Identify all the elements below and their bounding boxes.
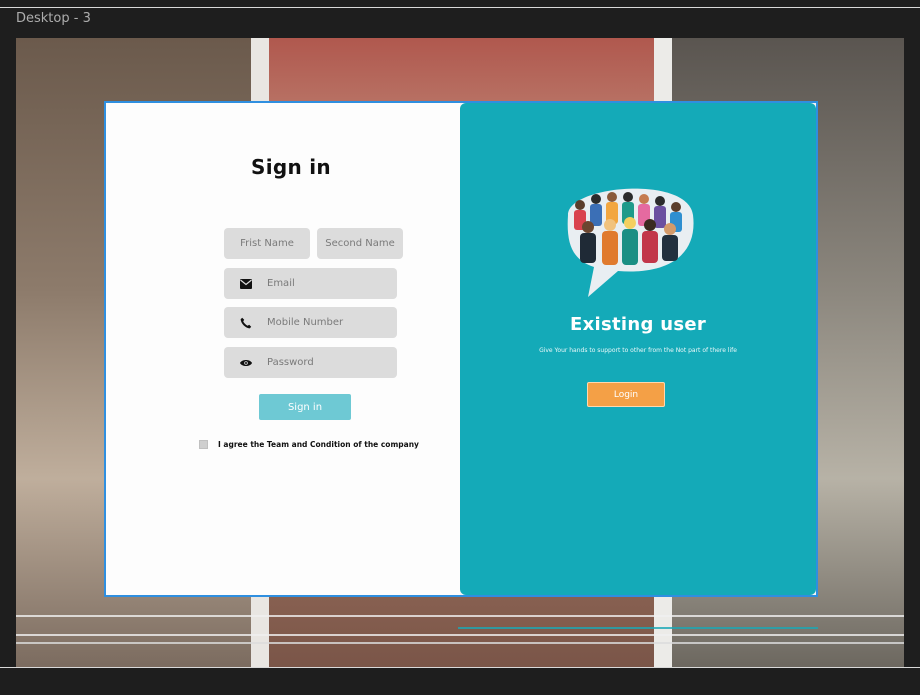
first-name-field[interactable]: Frist Name — [224, 228, 310, 259]
existing-user-title: Existing user — [569, 314, 707, 335]
email-field[interactable]: Email — [224, 268, 397, 299]
signin-button[interactable]: Sign in — [259, 394, 351, 420]
eye-icon — [240, 357, 252, 369]
terms-label: I agree the Team and Condition of the co… — [218, 440, 419, 449]
terms-checkbox[interactable] — [199, 440, 208, 449]
first-name-placeholder: Frist Name — [240, 238, 294, 249]
mail-icon — [240, 278, 252, 290]
auth-card: Sign in Frist Name Second Name Email Mob… — [104, 101, 818, 597]
bottom-bar — [0, 668, 920, 695]
email-placeholder: Email — [267, 278, 295, 289]
crowd-speech-bubble-illustration — [558, 175, 698, 303]
password-placeholder: Password — [267, 357, 314, 368]
existing-user-subtitle: Give Your hands to support to other from… — [539, 347, 737, 354]
signin-title: Sign in — [251, 155, 331, 179]
login-button[interactable]: Login — [587, 382, 665, 407]
terms-agreement: I agree the Team and Condition of the co… — [199, 440, 419, 449]
background-photo: Sign in Frist Name Second Name Email Mob… — [16, 38, 904, 668]
mobile-number-field[interactable]: Mobile Number — [224, 307, 397, 338]
existing-user-panel: Existing user Give Your hands to support… — [460, 103, 816, 595]
frame-label: Desktop - 3 — [16, 11, 91, 26]
mobile-placeholder: Mobile Number — [267, 317, 344, 328]
frame-top-line — [0, 7, 920, 8]
second-name-field[interactable]: Second Name — [317, 228, 403, 259]
signin-panel: Sign in Frist Name Second Name Email Mob… — [106, 103, 460, 595]
password-field[interactable]: Password — [224, 347, 397, 378]
second-name-placeholder: Second Name — [325, 238, 395, 249]
phone-icon — [240, 317, 252, 329]
